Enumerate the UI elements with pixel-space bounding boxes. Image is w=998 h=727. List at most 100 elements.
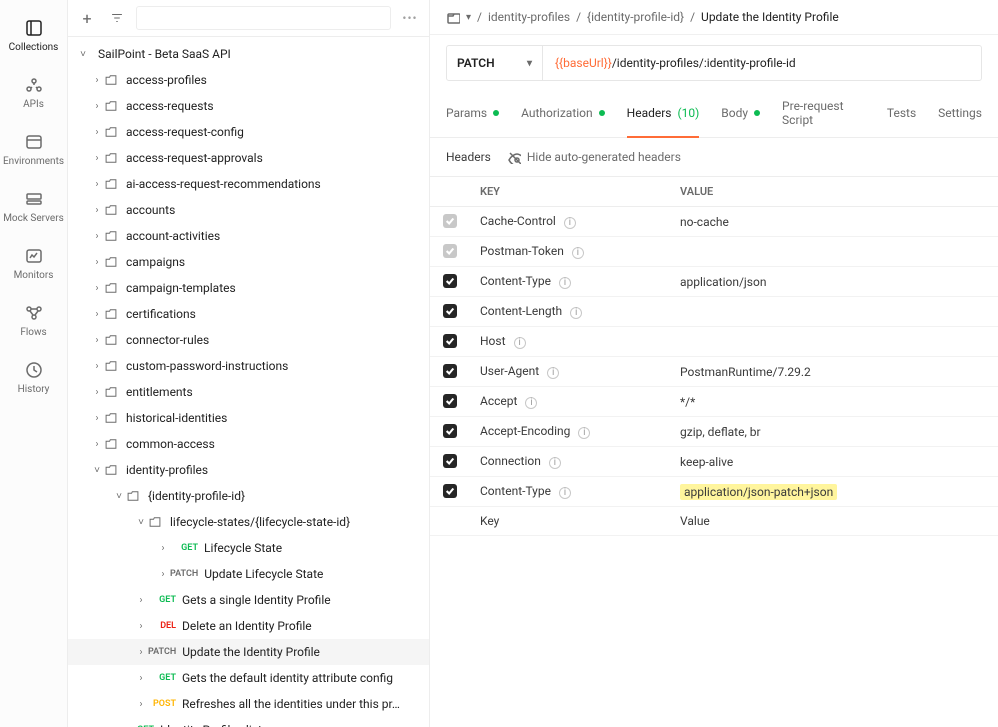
chevron-down-icon[interactable]: ▾ xyxy=(466,12,471,23)
header-row[interactable]: User-Agenti PostmanRuntime/7.29.2 xyxy=(430,357,998,387)
tab-params[interactable]: Params xyxy=(446,99,499,137)
header-key-placeholder[interactable]: Key xyxy=(470,507,670,536)
info-icon[interactable]: i xyxy=(559,487,571,499)
request-item[interactable]: ›GETGets a single Identity Profile xyxy=(68,587,429,613)
header-row[interactable]: Accept-Encodingi gzip, deflate, br xyxy=(430,417,998,447)
header-key[interactable]: Cache-Controli xyxy=(470,207,670,237)
info-icon[interactable]: i xyxy=(559,277,571,289)
header-key[interactable]: Content-Typei xyxy=(470,267,670,297)
header-value[interactable]: application/json-patch+json xyxy=(670,477,998,507)
info-icon[interactable]: i xyxy=(547,367,559,379)
request-item[interactable]: ›PATCHUpdate the Identity Profile xyxy=(68,639,429,665)
row-checkbox[interactable] xyxy=(443,394,457,408)
folder-item[interactable]: ›certifications xyxy=(68,301,429,327)
tab-body[interactable]: Body xyxy=(721,99,760,137)
header-value[interactable]: */* xyxy=(670,387,998,417)
header-value[interactable] xyxy=(670,237,998,267)
tab-pre-request-script[interactable]: Pre-request Script xyxy=(782,99,865,137)
tab-settings[interactable]: Settings xyxy=(938,99,982,137)
header-row[interactable]: Cache-Controli no-cache xyxy=(430,207,998,237)
info-icon[interactable]: i xyxy=(514,337,526,349)
folder-item[interactable]: ›access-request-config xyxy=(68,119,429,145)
header-value[interactable] xyxy=(670,327,998,357)
header-key[interactable]: User-Agenti xyxy=(470,357,670,387)
rail-collections[interactable]: Collections xyxy=(0,8,67,65)
tab-headers[interactable]: Headers (10) xyxy=(627,99,700,138)
folder-item[interactable]: ›historical-identities xyxy=(68,405,429,431)
header-row[interactable]: Content-Lengthi xyxy=(430,297,998,327)
breadcrumb-item[interactable]: identity-profiles xyxy=(488,10,570,24)
folder-item[interactable]: ˅{identity-profile-id} xyxy=(68,483,429,509)
header-key[interactable]: Content-Lengthi xyxy=(470,297,670,327)
folder-item[interactable]: ›accounts xyxy=(68,197,429,223)
row-checkbox[interactable] xyxy=(443,214,457,228)
row-checkbox[interactable] xyxy=(443,334,457,348)
header-key[interactable]: Hosti xyxy=(470,327,670,357)
folder-item[interactable]: ›custom-password-instructions xyxy=(68,353,429,379)
header-row[interactable]: Postman-Tokeni xyxy=(430,237,998,267)
search-input[interactable] xyxy=(136,6,391,30)
collection-root[interactable]: ˅SailPoint - Beta SaaS API xyxy=(68,41,429,67)
folder-item[interactable]: ›entitlements xyxy=(68,379,429,405)
header-row[interactable]: Content-Typei application/json xyxy=(430,267,998,297)
folder-item[interactable]: ›common-access xyxy=(68,431,429,457)
header-key[interactable]: Accepti xyxy=(470,387,670,417)
header-value[interactable]: application/json xyxy=(670,267,998,297)
folder-item[interactable]: ˅identity-profiles xyxy=(68,457,429,483)
row-checkbox[interactable] xyxy=(443,454,457,468)
row-checkbox[interactable] xyxy=(443,274,457,288)
info-icon[interactable]: i xyxy=(572,247,584,259)
folder-item[interactable]: ›campaigns xyxy=(68,249,429,275)
header-row[interactable]: Hosti xyxy=(430,327,998,357)
header-row[interactable]: Accepti */* xyxy=(430,387,998,417)
hide-auto-headers-toggle[interactable]: Hide auto-generated headers xyxy=(507,150,681,164)
header-row-placeholder[interactable]: Key Value xyxy=(430,507,998,536)
more-options-button[interactable]: ••• xyxy=(399,11,421,25)
tab-authorization[interactable]: Authorization xyxy=(521,99,605,137)
row-checkbox[interactable] xyxy=(443,424,457,438)
header-value[interactable]: no-cache xyxy=(670,207,998,237)
rail-apis[interactable]: APIs xyxy=(0,65,67,122)
breadcrumb-item[interactable]: {identity-profile-id} xyxy=(587,10,684,24)
filter-button[interactable] xyxy=(106,7,128,29)
new-button[interactable]: + xyxy=(76,7,98,29)
info-icon[interactable]: i xyxy=(549,457,561,469)
request-item[interactable]: ›GETLifecycle State xyxy=(68,535,429,561)
header-key[interactable]: Content-Typei xyxy=(470,477,670,507)
request-item[interactable]: ›GETGets the default identity attribute … xyxy=(68,665,429,691)
folder-item[interactable]: ›account-activities xyxy=(68,223,429,249)
header-value[interactable] xyxy=(670,297,998,327)
header-row[interactable]: Connectioni keep-alive xyxy=(430,447,998,477)
url-input[interactable]: {{baseUrl}}/identity-profiles/:identity-… xyxy=(543,56,981,70)
http-method-dropdown[interactable]: PATCH ▾ xyxy=(447,46,543,80)
header-value[interactable]: keep-alive xyxy=(670,447,998,477)
folder-item[interactable]: ›campaign-templates xyxy=(68,275,429,301)
row-checkbox[interactable] xyxy=(443,244,457,258)
header-row[interactable]: Content-Typei application/json-patch+jso… xyxy=(430,477,998,507)
header-value[interactable]: gzip, deflate, br xyxy=(670,417,998,447)
info-icon[interactable]: i xyxy=(578,427,590,439)
request-item[interactable]: ›GETIdentity Profiles list xyxy=(68,717,429,727)
folder-item[interactable]: ›connector-rules xyxy=(68,327,429,353)
tab-tests[interactable]: Tests xyxy=(887,99,916,137)
folder-item[interactable]: ˅lifecycle-states/{lifecycle-state-id} xyxy=(68,509,429,535)
info-icon[interactable]: i xyxy=(564,217,576,229)
rail-mock-servers[interactable]: Mock Servers xyxy=(0,179,67,236)
request-item[interactable]: ›DELDelete an Identity Profile xyxy=(68,613,429,639)
rail-monitors[interactable]: Monitors xyxy=(0,236,67,293)
header-key[interactable]: Accept-Encodingi xyxy=(470,417,670,447)
row-checkbox[interactable] xyxy=(443,304,457,318)
request-item[interactable]: ›PATCHUpdate Lifecycle State xyxy=(68,561,429,587)
rail-environments[interactable]: Environments xyxy=(0,122,67,179)
folder-item[interactable]: ›access-requests xyxy=(68,93,429,119)
folder-item[interactable]: ›access-profiles xyxy=(68,67,429,93)
rail-flows[interactable]: Flows xyxy=(0,293,67,350)
request-item[interactable]: ›POSTRefreshes all the identities under … xyxy=(68,691,429,717)
row-checkbox[interactable] xyxy=(443,364,457,378)
header-value-placeholder[interactable]: Value xyxy=(670,507,998,536)
info-icon[interactable]: i xyxy=(525,397,537,409)
header-value[interactable]: PostmanRuntime/7.29.2 xyxy=(670,357,998,387)
row-checkbox[interactable] xyxy=(443,484,457,498)
folder-item[interactable]: ›access-request-approvals xyxy=(68,145,429,171)
rail-history[interactable]: History xyxy=(0,350,67,407)
